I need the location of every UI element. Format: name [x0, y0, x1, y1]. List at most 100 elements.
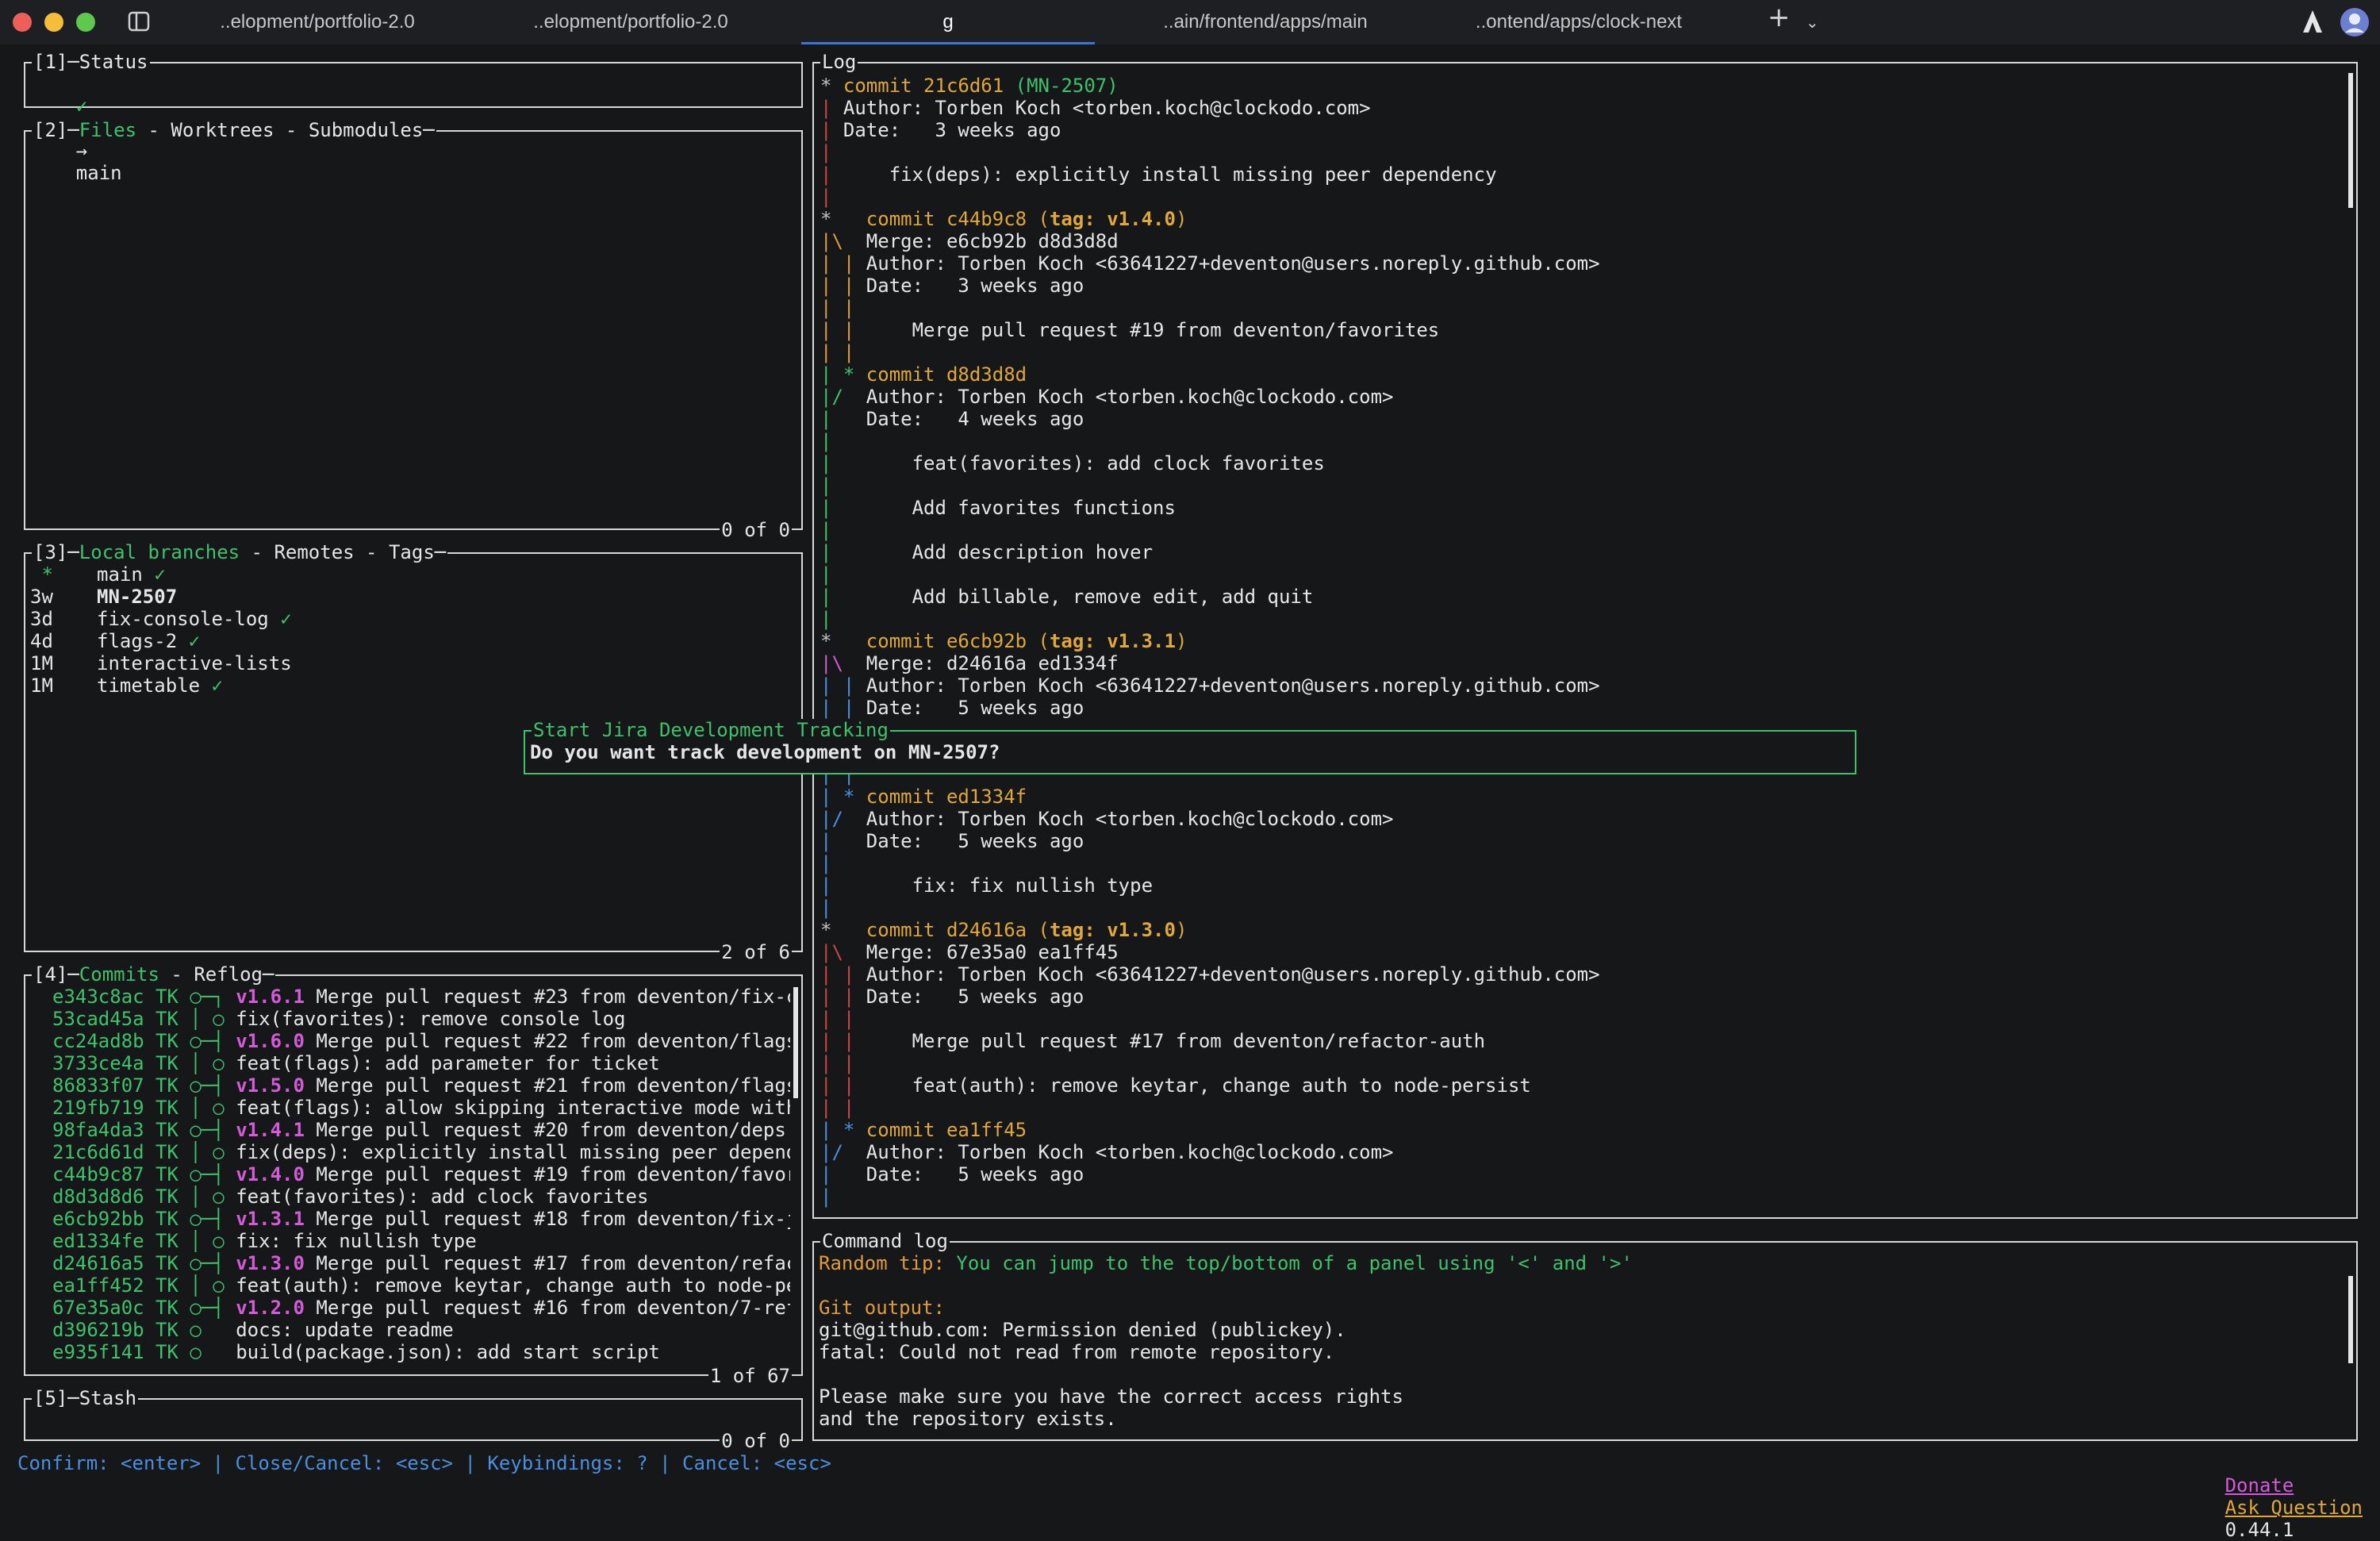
stash-panel[interactable]: [5]─Stash 0 of 0 — [24, 1387, 803, 1452]
commit-graph: ○─┤ — [190, 1074, 225, 1097]
git-output-line — [819, 1363, 2351, 1385]
jira-tracking-dialog[interactable]: Start Jira Development Tracking Do you w… — [524, 719, 1856, 774]
log-graph: | — [820, 119, 843, 141]
commit-tag: v1.2.0 — [236, 1297, 305, 1319]
zoom-window-button[interactable] — [76, 13, 95, 32]
commit-hash: 86833f07 — [52, 1074, 144, 1097]
new-tab-plus-icon[interactable]: + — [1768, 4, 1791, 31]
branch-item[interactable]: * main ✓ — [30, 563, 797, 586]
branch-item[interactable]: 3d fix-console-log ✓ — [30, 608, 797, 630]
commit-row[interactable]: 98fa4da3 TK ○─┤ v1.4.1 Merge pull reques… — [52, 1119, 790, 1141]
tab-1[interactable]: ..elopment/portfolio-2.0 — [175, 0, 460, 44]
files-panel-title: [2]─Files - Worktrees - Submodules─ — [32, 119, 436, 141]
dialog-question: Do you want track development on MN-2507… — [530, 741, 1000, 763]
tab-3-active[interactable]: g — [801, 0, 1095, 44]
command-log-scrollbar[interactable] — [2348, 1276, 2353, 1363]
tab-4[interactable]: ..ain/frontend/apps/main — [1119, 0, 1412, 44]
commits-panel[interactable]: [4]─Commits - Reflog─ e343c8ac TK ○─┐ v1… — [24, 963, 803, 1387]
commit-row[interactable]: 67e35a0c TK ○─┤ v1.2.0 Merge pull reques… — [52, 1297, 790, 1319]
log-scrollbar[interactable] — [2348, 73, 2353, 208]
commit-message: Merge pull request #16 from deventon/7-r… — [316, 1297, 790, 1319]
commit-row[interactable]: 3733ce4a TK │ ○ feat(flags): add paramet… — [52, 1052, 790, 1074]
commit-row[interactable]: e935f141 TK ○ build(package.json): add s… — [52, 1341, 790, 1363]
commit-row[interactable]: e343c8ac TK ○─┐ v1.6.1 Merge pull reques… — [52, 986, 790, 1008]
log-text: Date: 3 weeks ago — [843, 119, 1061, 141]
commit-row[interactable]: d396219b TK ○ docs: update readme — [52, 1319, 790, 1341]
log-graph: | | — [820, 1097, 866, 1119]
log-line: | feat(favorites): add clock favorites — [820, 452, 2351, 475]
commit-author: TK — [155, 1274, 178, 1297]
commit-row[interactable]: e6cb92bb TK ○─┤ v1.3.1 Merge pull reques… — [52, 1208, 790, 1230]
commit-author: TK — [155, 1297, 178, 1319]
commit-row[interactable]: d8d3d8d6 TK │ ○ feat(favorites): add clo… — [52, 1186, 790, 1208]
log-text: Merge: 67e35a0 ea1ff45 — [866, 941, 1119, 963]
branch-item[interactable]: 3w MN-2507 — [30, 586, 797, 608]
log-graph: | — [820, 586, 866, 608]
log-line: |/ Author: Torben Koch <torben.koch@cloc… — [820, 808, 2351, 830]
log-line: | | Author: Torben Koch <63641227+devent… — [820, 252, 2351, 275]
commit-message: feat(flags): add parameter for ticket — [236, 1052, 660, 1074]
commit-message: feat(favorites): add clock favorites — [236, 1186, 649, 1208]
commit-row[interactable]: 219fb719 TK │ ○ feat(flags): allow skipp… — [52, 1097, 790, 1119]
log-graph: | | — [820, 252, 866, 275]
log-graph: |\ — [820, 941, 866, 963]
commit-author: TK — [155, 1208, 178, 1230]
branch-synced-check: ✓ — [142, 563, 166, 586]
tab-worktrees[interactable]: Worktrees — [171, 119, 274, 141]
git-output-line: fatal: Could not read from remote reposi… — [819, 1341, 1335, 1363]
commit-row[interactable]: ed1334fe TK │ ○ fix: fix nullish type — [52, 1230, 790, 1252]
tab-submodules[interactable]: Submodules — [309, 119, 424, 141]
log-graph: |/ — [820, 808, 866, 830]
commit-hash: d396219b — [52, 1319, 144, 1341]
commit-message: feat(auth): remove keytar, change auth t… — [236, 1274, 790, 1297]
commit-row[interactable]: d24616a5 TK ○─┤ v1.3.0 Merge pull reques… — [52, 1252, 790, 1274]
commit-author: TK — [155, 1119, 178, 1141]
commit-row[interactable]: cc24ad8b TK ○─┤ v1.6.0 Merge pull reques… — [52, 1030, 790, 1052]
log-graph: | — [820, 97, 843, 119]
log-graph: | | — [820, 341, 866, 363]
tab-remotes[interactable]: Remotes — [274, 541, 354, 563]
tab-reflog[interactable]: Reflog — [194, 963, 263, 986]
commits-scrollbar[interactable] — [793, 987, 798, 1098]
commit-message: fix: fix nullish type — [236, 1230, 477, 1252]
avatar[interactable] — [2339, 6, 2370, 43]
command-log-title: Command log — [820, 1230, 950, 1252]
commit-row[interactable]: 86833f07 TK ○─┤ v1.5.0 Merge pull reques… — [52, 1074, 790, 1097]
donate-link[interactable]: Donate — [2225, 1474, 2294, 1497]
log-graph: | | — [820, 697, 866, 719]
files-panel[interactable]: [2]─Files - Worktrees - Submodules─ 0 of… — [24, 119, 803, 541]
commit-graph: │ ○ — [190, 1141, 225, 1163]
commit-row[interactable]: c44b9c87 TK ○─┤ v1.4.0 Merge pull reques… — [52, 1163, 790, 1186]
commit-row[interactable]: 53cad45a TK │ ○ fix(favorites): remove c… — [52, 1008, 790, 1030]
tab-2[interactable]: ..elopment/portfolio-2.0 — [484, 0, 777, 44]
status-panel[interactable]: [1]─Status ✓ clockodo-cli → main — [24, 51, 803, 184]
log-line: | * commit d8d3d8d — [820, 363, 2351, 386]
branch-item[interactable]: 1M timetable ✓ — [30, 674, 797, 697]
tab-5[interactable]: ..ontend/apps/clock-next — [1428, 0, 1729, 44]
branch-item[interactable]: 4d flags-2 ✓ — [30, 630, 797, 652]
chevron-down-icon[interactable]: ⌄ — [1806, 11, 1819, 33]
log-line: | | Merge pull request #17 from deventon… — [820, 1030, 2351, 1052]
commit-hash: e6cb92bb — [52, 1208, 144, 1230]
log-graph: | — [820, 475, 866, 497]
close-window-button[interactable] — [13, 13, 32, 32]
command-log-panel[interactable]: Command log Random tip: You can jump to … — [812, 1230, 2358, 1441]
log-text: Add billable, remove edit, add quit — [866, 586, 1314, 608]
log-text: Author: Torben Koch <63641227+deventon@u… — [866, 963, 1600, 986]
ask-question-link[interactable]: Ask Question — [2225, 1497, 2363, 1519]
tab-tags[interactable]: Tags — [389, 541, 435, 563]
minimize-window-button[interactable] — [44, 13, 63, 32]
commit-message: Merge pull request #18 from deventon/fix… — [316, 1208, 790, 1230]
tab-local-branches[interactable]: Local branches — [79, 541, 240, 563]
tab-files[interactable]: Files — [79, 119, 136, 141]
log-panel[interactable]: Log * commit 21c6d61 (MN-2507) | Author: … — [812, 51, 2358, 1219]
commit-row[interactable]: ea1ff452 TK │ ○ feat(auth): remove keyta… — [52, 1274, 790, 1297]
log-line: |\ Merge: d24616a ed1334f — [820, 652, 2351, 674]
sidebar-toggle-icon[interactable] — [127, 10, 151, 38]
commit-row[interactable]: 21c6d61d TK │ ○ fix(deps): explicitly in… — [52, 1141, 790, 1163]
log-text: fix: fix nullish type — [866, 874, 1154, 897]
tab-commits[interactable]: Commits — [79, 963, 159, 986]
branch-item[interactable]: 1M interactive-lists — [30, 652, 797, 674]
commit-graph: │ ○ — [190, 1052, 225, 1074]
log-text: commit d24616a ( — [866, 919, 1050, 941]
